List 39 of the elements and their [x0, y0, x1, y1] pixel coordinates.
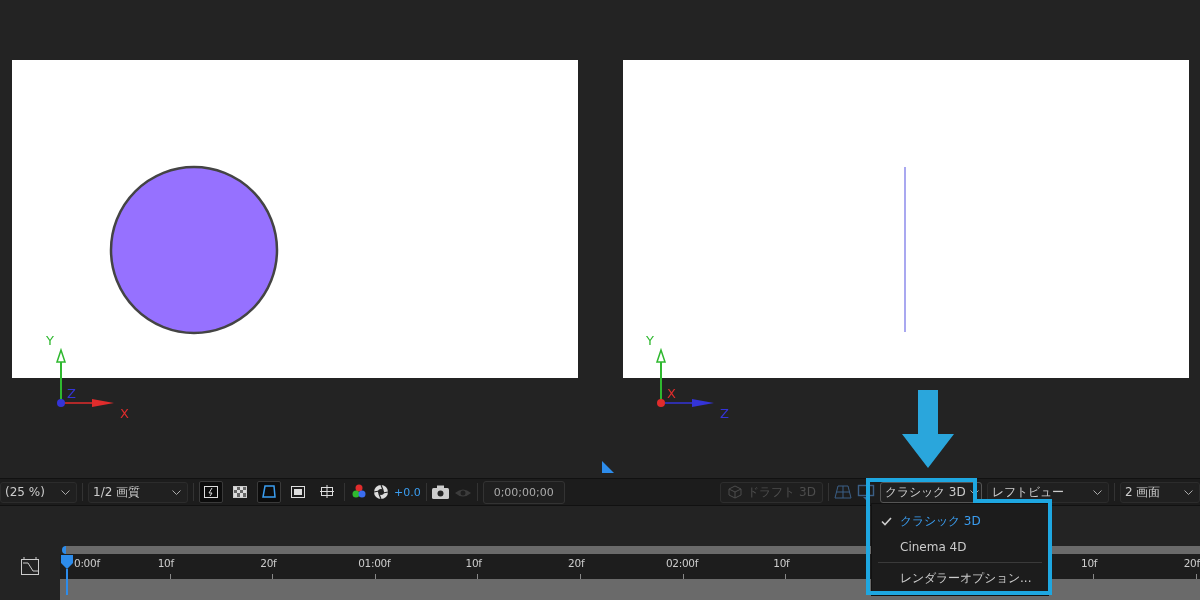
- camera-icon[interactable]: [431, 485, 449, 499]
- time-ruler-label: 10f: [1081, 557, 1098, 569]
- resolution-dropdown[interactable]: 1/2 画質: [88, 481, 188, 503]
- chevron-down-icon: [1184, 489, 1193, 495]
- view-dropdown[interactable]: レフトビュー: [987, 481, 1109, 503]
- time-ruler-label: 10f: [157, 557, 174, 569]
- timecode-field[interactable]: 0;00;00;00: [482, 480, 565, 504]
- time-ruler-label: 20f: [1183, 557, 1200, 569]
- fast-preview-icon[interactable]: [199, 481, 223, 503]
- axis-label: Y: [46, 334, 54, 347]
- axis-label: Y: [646, 334, 654, 347]
- time-ruler-label: 10f: [773, 557, 790, 569]
- axis-label: X: [120, 407, 129, 420]
- time-ruler-label: 01:00f: [358, 557, 391, 569]
- zoom-dropdown[interactable]: (25 %): [0, 481, 77, 503]
- playhead-handle[interactable]: [60, 555, 74, 595]
- exposure-value[interactable]: +0.0: [394, 485, 421, 499]
- axis-label: Z: [67, 387, 76, 400]
- time-ruler-label: 10f: [465, 557, 482, 569]
- chevron-down-icon: [172, 489, 181, 495]
- time-ruler-label: 02:00f: [665, 557, 699, 569]
- cube-icon: [727, 485, 744, 499]
- resize-corner-icon[interactable]: [602, 461, 614, 473]
- mask-path-icon[interactable]: [257, 481, 281, 503]
- down-arrow-icon: [900, 390, 956, 468]
- time-ruler-label: 0:00f: [74, 557, 100, 569]
- chevron-down-icon: [1093, 489, 1102, 495]
- menu-item[interactable]: クラシック 3D: [872, 508, 1048, 534]
- time-ruler-label: 20f: [260, 557, 277, 569]
- shutter-icon[interactable]: [373, 484, 389, 500]
- axis-label: X: [667, 387, 676, 400]
- axis-label: Z: [720, 407, 729, 420]
- graph-editor-icon[interactable]: [20, 556, 40, 576]
- chevron-down-icon: [969, 489, 979, 495]
- checkmark-icon: [880, 516, 892, 526]
- monitor-icon[interactable]: [857, 484, 875, 500]
- chevron-down-icon: [61, 489, 70, 495]
- time-ruler-label: 20f: [568, 557, 585, 569]
- layout-dropdown[interactable]: 2 画面: [1120, 481, 1200, 503]
